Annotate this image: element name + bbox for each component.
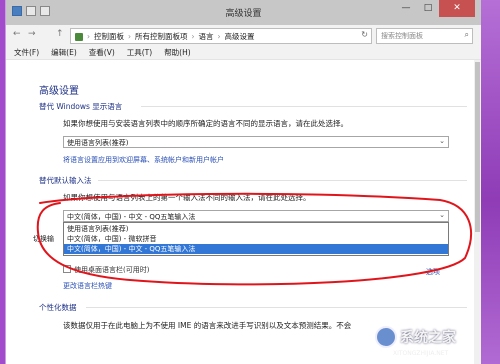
annotation-stroke xyxy=(36,192,473,286)
watermark-logo-icon xyxy=(375,326,397,348)
watermark-url: XITONGZHIJIA.NET xyxy=(393,350,449,357)
watermark: 系统之家 xyxy=(375,326,456,348)
red-annotation-circle xyxy=(36,192,473,286)
watermark-text: 系统之家 xyxy=(400,330,456,346)
